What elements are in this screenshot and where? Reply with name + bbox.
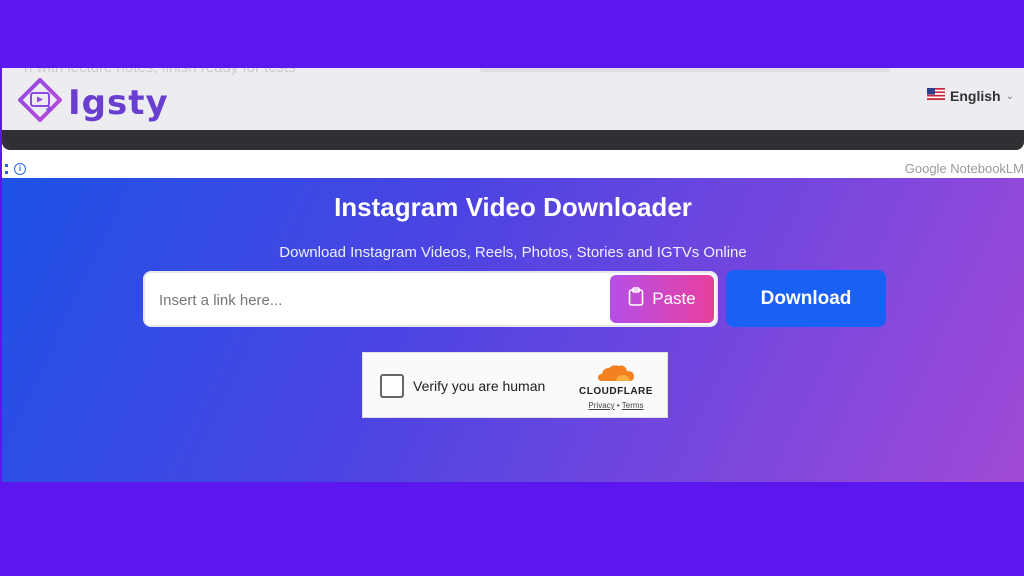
logo-icon — [16, 76, 64, 129]
url-input-container: Paste — [143, 271, 718, 327]
info-icon[interactable]: i — [14, 163, 26, 175]
clipboard-icon — [628, 287, 644, 311]
link-separator: • — [616, 401, 620, 410]
download-button[interactable]: Download — [726, 270, 886, 327]
extension-label[interactable]: Google NotebookLM — [905, 161, 1024, 176]
site-header: h with lecture notes, finish ready for t… — [2, 68, 1024, 150]
page-title: Instagram Video Downloader — [334, 192, 692, 222]
terms-link[interactable]: Terms — [622, 401, 644, 410]
chevron-down-icon: ⌄ — [1005, 90, 1014, 102]
privacy-link[interactable]: Privacy — [588, 401, 614, 410]
extension-bar: i Google NotebookLM — [2, 160, 1024, 178]
cloudflare-logo: CLOUDFLARE Privacy • Terms — [577, 363, 655, 410]
logo-text: Igsty — [68, 82, 169, 123]
page-subtitle: Download Instagram Videos, Reels, Photos… — [279, 244, 747, 261]
browser-frame: h with lecture notes, finish ready for t… — [2, 68, 1024, 482]
language-selector[interactable]: English ⌄ — [927, 87, 1014, 105]
url-input[interactable] — [159, 288, 599, 312]
verify-label: Verify you are human — [413, 378, 546, 394]
drag-handle-icon[interactable] — [5, 164, 8, 174]
background-overlay-text: h with lecture notes, finish ready for t… — [24, 68, 296, 76]
us-flag-icon — [927, 87, 946, 105]
cloudflare-brand: CLOUDFLARE — [579, 386, 653, 397]
verify-checkbox[interactable] — [380, 374, 404, 398]
paste-button[interactable]: Paste — [610, 275, 714, 323]
language-label: English — [950, 88, 1001, 104]
hero-section: Instagram Video Downloader Download Inst… — [2, 178, 1024, 482]
header-shadow-bar — [2, 130, 1024, 150]
cloudflare-captcha: Verify you are human CLOUDFLARE Privacy … — [362, 352, 668, 418]
paste-label: Paste — [652, 289, 696, 308]
cloud-icon — [596, 365, 636, 387]
site-logo[interactable]: Igsty — [16, 76, 169, 129]
background-overlay-bar — [480, 68, 890, 72]
